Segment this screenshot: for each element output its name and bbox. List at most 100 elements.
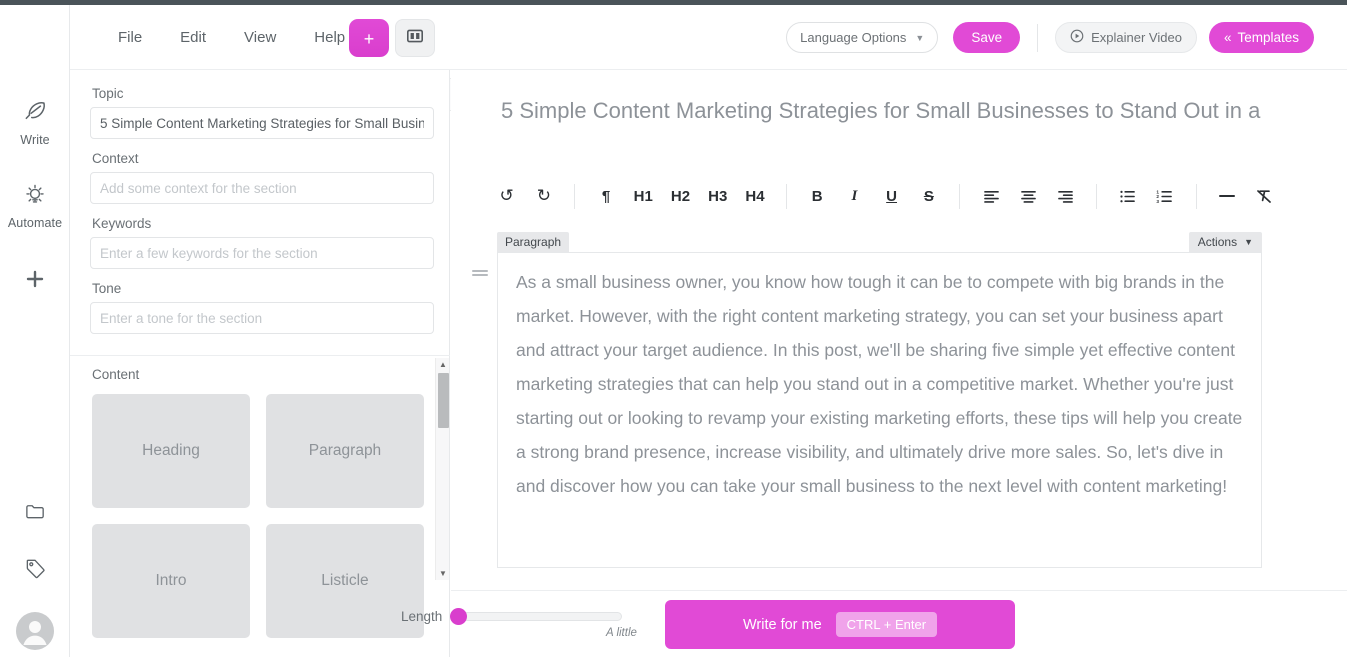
rail-item-add[interactable]	[0, 267, 70, 296]
plus-icon	[0, 267, 70, 296]
add-section-button[interactable]: +	[349, 19, 389, 57]
underline-icon[interactable]: U	[878, 182, 905, 211]
explainer-video-label: Explainer Video	[1091, 30, 1182, 45]
toolbar-divider-1	[574, 184, 575, 209]
block-type-label: Paragraph	[497, 232, 569, 252]
menu-item-edit[interactable]: Edit	[174, 25, 212, 50]
tone-input[interactable]	[90, 302, 434, 334]
content-blocks-section: Content Heading Paragraph Intro Listicle	[70, 367, 450, 638]
length-control: Length	[401, 609, 631, 624]
rail-label-write: Write	[0, 133, 70, 147]
ordered-list-icon[interactable]: 1 2 3	[1151, 182, 1178, 211]
length-slider[interactable]	[452, 612, 622, 621]
block-drag-handle[interactable]	[471, 265, 489, 282]
toolbar-divider-3	[959, 184, 960, 209]
header-actions: Language Options ▼ Save Explainer Video …	[786, 5, 1314, 70]
templates-button[interactable]: « Templates	[1209, 22, 1314, 53]
heading-2-icon[interactable]: H2	[667, 182, 694, 211]
scroll-up-icon[interactable]: ▲	[436, 358, 450, 371]
header-actions-divider	[1037, 24, 1038, 52]
tone-label: Tone	[92, 281, 429, 296]
feather-icon	[0, 99, 70, 130]
chevron-down-icon: ▼	[915, 33, 924, 43]
play-circle-icon	[1070, 29, 1084, 46]
panel-divider	[70, 355, 450, 356]
toggle-panel-button[interactable]	[395, 19, 435, 57]
redo-icon[interactable]: ↻	[530, 182, 557, 211]
chevrons-left-icon: «	[1224, 30, 1232, 45]
content-card-paragraph[interactable]: Paragraph	[266, 394, 424, 508]
language-options-label: Language Options	[800, 30, 906, 45]
length-slider-thumb[interactable]	[450, 608, 467, 625]
heading-1-icon[interactable]: H1	[630, 182, 657, 211]
toolbar-divider-4	[1096, 184, 1097, 209]
write-for-me-label: Write for me	[743, 617, 822, 633]
app-header: File Edit View Help + Language Options ▼…	[70, 5, 1347, 70]
rail-item-folder[interactable]	[0, 500, 70, 528]
rail-item-write[interactable]: Write	[0, 99, 70, 147]
rail-label-automate: Automate	[0, 216, 70, 230]
templates-label: Templates	[1237, 30, 1299, 45]
clear-formatting-icon[interactable]	[1251, 182, 1278, 211]
rail-item-automate[interactable]: Automate	[0, 182, 70, 230]
block-text[interactable]: As a small business owner, you know how …	[497, 252, 1262, 568]
svg-text:3: 3	[1157, 198, 1160, 203]
folder-icon	[0, 500, 70, 528]
align-left-icon[interactable]	[977, 182, 1004, 211]
horizontal-rule-icon[interactable]	[1213, 182, 1240, 211]
block-actions-dropdown[interactable]: Actions ▼	[1189, 232, 1262, 252]
block-actions-label: Actions	[1198, 235, 1237, 249]
keywords-label: Keywords	[92, 216, 429, 231]
editor-toolbar: ↺ ↻ ¶ H1 H2 H3 H4 B I U S	[488, 174, 1283, 218]
lightbulb-icon	[0, 182, 70, 213]
keywords-input[interactable]	[90, 237, 434, 269]
topic-label: Topic	[92, 86, 429, 101]
section-form: Topic Context Keywords Tone	[70, 70, 449, 340]
toolbar-divider-5	[1196, 184, 1197, 209]
explainer-video-button[interactable]: Explainer Video	[1055, 22, 1197, 53]
content-section-title: Content	[92, 367, 450, 382]
save-button[interactable]: Save	[953, 22, 1020, 53]
undo-icon[interactable]: ↺	[493, 182, 520, 211]
document-title[interactable]: 5 Simple Content Marketing Strategies fo…	[501, 98, 1264, 132]
bold-icon[interactable]: B	[804, 182, 831, 211]
italic-icon[interactable]: I	[841, 182, 868, 211]
write-for-me-button[interactable]: Write for me CTRL + Enter	[665, 600, 1015, 649]
menu-bar: File Edit View Help	[112, 5, 351, 70]
topic-input[interactable]	[90, 107, 434, 139]
app-root: Write Automate	[0, 0, 1347, 657]
menu-item-view[interactable]: View	[238, 25, 282, 50]
menu-item-help[interactable]: Help	[308, 25, 351, 50]
heading-3-icon[interactable]: H3	[704, 182, 731, 211]
generation-bar: Length A little Write for me CTRL + Ente…	[451, 590, 1347, 657]
tag-icon	[0, 557, 70, 585]
columns-layout-icon	[407, 29, 423, 48]
editor-area: 5 Simple Content Marketing Strategies fo…	[451, 70, 1347, 657]
align-right-icon[interactable]	[1052, 182, 1079, 211]
pilcrow-icon[interactable]: ¶	[592, 182, 619, 211]
rail-item-tag[interactable]	[0, 557, 70, 585]
icon-rail: Write Automate	[0, 5, 70, 657]
strikethrough-icon[interactable]: S	[915, 182, 942, 211]
context-label: Context	[92, 151, 429, 166]
avatar-icon	[0, 612, 70, 655]
language-options-dropdown[interactable]: Language Options ▼	[786, 22, 938, 53]
section-settings-panel: Topic Context Keywords Tone Content Head…	[70, 70, 450, 657]
scroll-down-icon[interactable]: ▼	[436, 567, 450, 580]
length-label: Length	[401, 609, 442, 624]
write-shortcut-badge: CTRL + Enter	[836, 612, 937, 637]
rail-item-account[interactable]	[0, 612, 70, 655]
chevron-down-icon: ▼	[1244, 237, 1253, 247]
scrollbar-thumb[interactable]	[438, 373, 449, 428]
bullet-list-icon[interactable]	[1114, 182, 1141, 211]
heading-4-icon[interactable]: H4	[741, 182, 768, 211]
content-card-grid: Heading Paragraph Intro Listicle	[70, 394, 450, 638]
content-card-intro[interactable]: Intro	[92, 524, 250, 638]
length-hint: A little	[606, 627, 637, 639]
context-input[interactable]	[90, 172, 434, 204]
content-card-heading[interactable]: Heading	[92, 394, 250, 508]
panel-scrollbar[interactable]: ▲ ▼	[435, 358, 449, 580]
toolbar-divider-2	[786, 184, 787, 209]
menu-item-file[interactable]: File	[112, 25, 148, 50]
align-center-icon[interactable]	[1015, 182, 1042, 211]
